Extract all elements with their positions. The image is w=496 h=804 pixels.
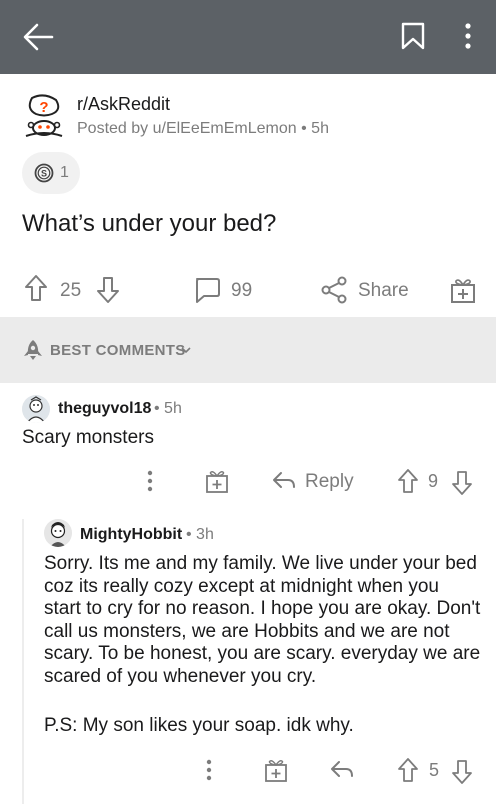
post-title: What’s under your bed? xyxy=(22,210,277,237)
meta-separator: • xyxy=(186,526,197,543)
reply-icon[interactable] xyxy=(330,759,354,781)
award-count: 1 xyxy=(60,164,69,181)
posted-by[interactable]: Posted by u/ElEeEmEmLemon xyxy=(77,120,297,137)
share-icon[interactable] xyxy=(320,276,348,304)
avatar-theguyvol18-icon xyxy=(22,395,50,423)
avatar[interactable] xyxy=(44,519,72,547)
comment-line: start to cry for no reason. I hope you a… xyxy=(44,598,481,619)
gift-award-icon[interactable] xyxy=(264,757,288,783)
comment-meta: • 5h xyxy=(154,400,182,418)
avatar-mightyhobbit-icon xyxy=(44,519,72,547)
comment-line: coz its really cozy except at midnight w… xyxy=(44,575,439,597)
comment-line: call us monsters, we are Hobbits and we … xyxy=(44,620,450,642)
reply-button[interactable]: Reply xyxy=(305,471,354,493)
bookmark-icon[interactable] xyxy=(400,22,426,50)
upvote-icon[interactable] xyxy=(24,274,48,302)
upvote-count: 25 xyxy=(60,280,82,301)
downvote-icon[interactable] xyxy=(451,470,473,496)
avatar[interactable] xyxy=(22,395,50,423)
sort-label: BEST COMMENTS xyxy=(50,342,186,359)
comment-age: 5h xyxy=(164,400,182,417)
meta-separator: • xyxy=(296,120,312,137)
meta-separator: • xyxy=(154,400,165,417)
comment-meta: • 3h xyxy=(186,526,214,544)
upvote-icon[interactable] xyxy=(397,757,419,783)
rocket-icon xyxy=(24,340,42,360)
comment-body: Scary monsters xyxy=(22,427,154,448)
post-age: 5h xyxy=(311,120,329,137)
post-meta: Posted by u/ElEeEmEmLemon • 5h xyxy=(77,120,329,138)
svg-text:?: ? xyxy=(39,99,48,116)
silver-award-icon: S xyxy=(34,163,54,183)
comment-line: Sorry. Its me and my family. We live und… xyxy=(44,553,477,574)
comment-username[interactable]: MightyHobbit xyxy=(80,526,182,544)
gift-award-icon[interactable] xyxy=(205,468,229,494)
reply-icon[interactable] xyxy=(272,470,296,492)
subreddit-icon[interactable]: ? xyxy=(22,94,66,138)
comment-sort-bar[interactable]: BEST COMMENTS xyxy=(0,317,496,383)
comment-line: scary. To be honest, you are scary. ever… xyxy=(44,643,481,664)
subreddit-name[interactable]: r/AskReddit xyxy=(77,94,170,115)
downvote-icon[interactable] xyxy=(96,276,120,304)
comment-body: Sorry. Its me and my family. We live und… xyxy=(44,553,488,688)
svg-text:S: S xyxy=(41,169,47,179)
award-badge[interactable]: S 1 xyxy=(22,152,80,194)
comment-vote-count: 5 xyxy=(429,760,440,780)
gift-award-icon[interactable] xyxy=(450,276,476,304)
comment-more-icon[interactable] xyxy=(142,468,158,494)
top-bar xyxy=(0,0,496,74)
comment-icon[interactable] xyxy=(193,276,221,304)
comment-line: scared of you whenever you cry. xyxy=(44,665,317,687)
share-button[interactable]: Share xyxy=(358,280,409,302)
comment-more-icon[interactable] xyxy=(201,757,217,783)
thread-line[interactable] xyxy=(22,519,24,804)
more-options-icon[interactable] xyxy=(458,22,478,50)
chevron-down-icon xyxy=(181,347,191,354)
back-arrow-icon[interactable] xyxy=(22,22,54,52)
comment-count: 99 xyxy=(231,280,253,301)
comment-username[interactable]: theguyvol18 xyxy=(58,400,151,418)
comment-vote-count: 9 xyxy=(428,471,439,491)
upvote-icon[interactable] xyxy=(397,468,419,494)
downvote-icon[interactable] xyxy=(451,759,473,785)
comment-age: 3h xyxy=(196,526,214,543)
comment-postscript: P.S: My son likes your soap. idk why. xyxy=(44,715,354,736)
post-action-bar: 25 99 Share xyxy=(0,270,496,310)
